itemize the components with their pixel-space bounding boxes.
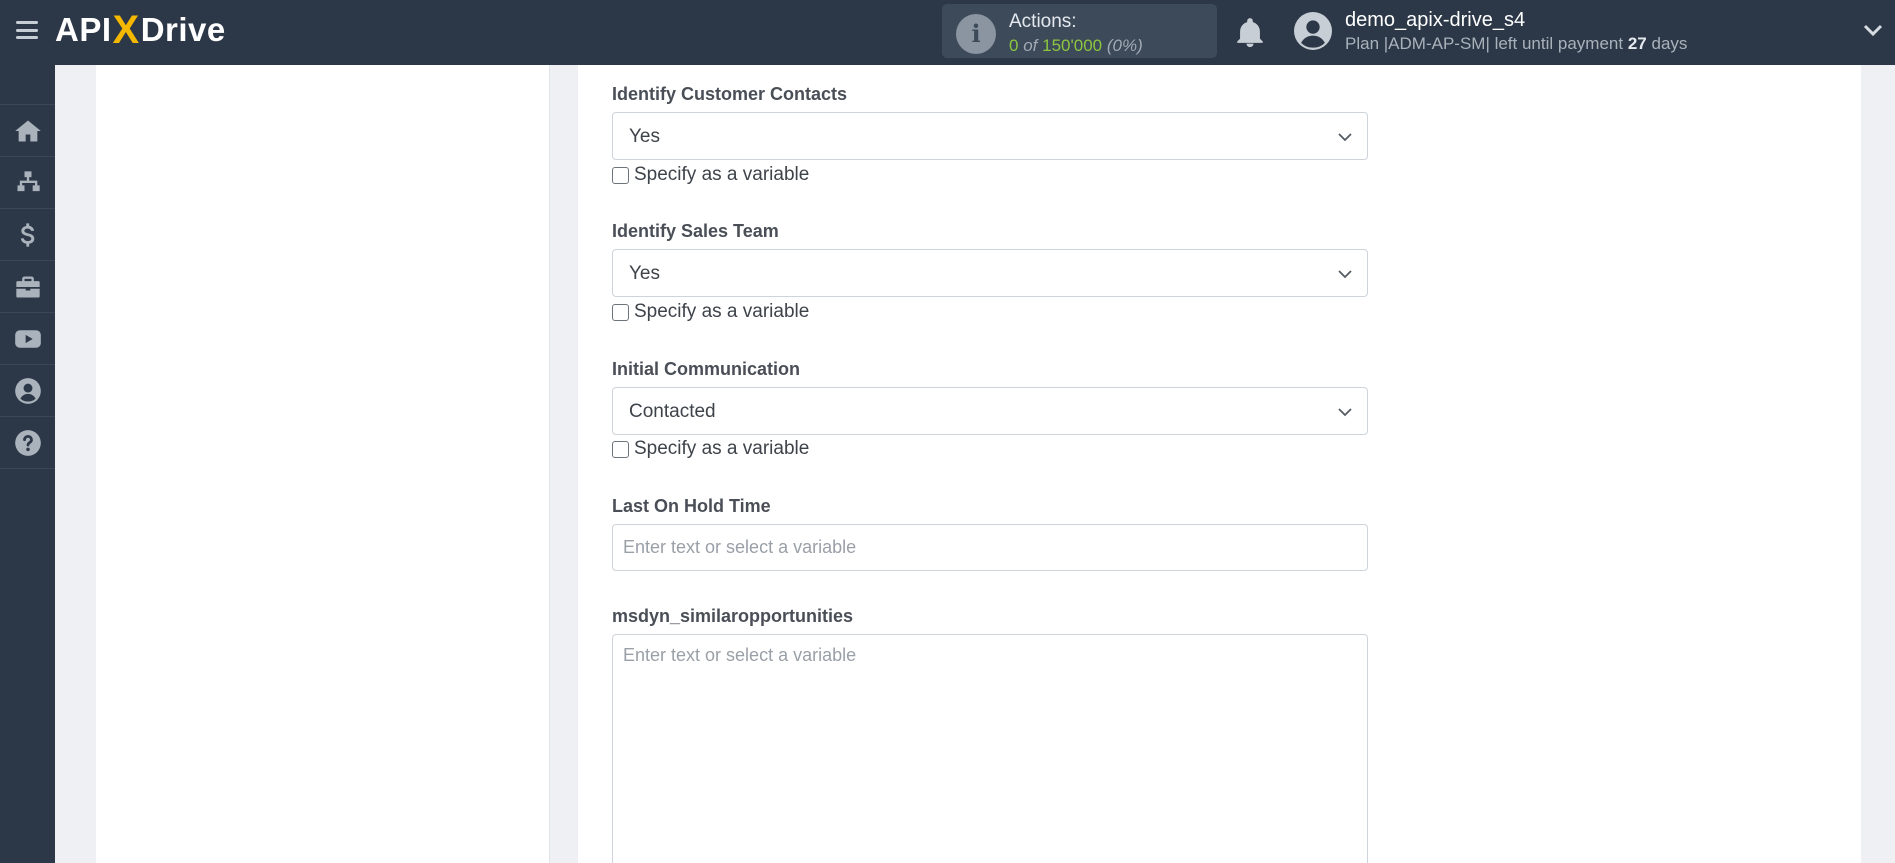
home-icon	[14, 120, 41, 141]
specify-variable-label: Specify as a variable	[634, 301, 810, 322]
specify-variable-checkbox[interactable]	[612, 303, 629, 321]
actions-counter: i Actions: 0 of 150'000 (0%)	[942, 4, 1217, 58]
select-value: Contacted	[629, 401, 716, 422]
field-label-last-on-hold-time: Last On Hold Time	[612, 496, 771, 516]
youtube-icon	[14, 329, 41, 348]
sidebar-item-billing[interactable]	[0, 209, 55, 261]
sidebar-item-help[interactable]	[0, 417, 55, 469]
sidebar-item-tasks[interactable]	[0, 261, 55, 313]
select-value: Yes	[629, 126, 660, 147]
specify-variable-label: Specify as a variable	[634, 164, 810, 185]
msdyn-similaropportunities-textarea[interactable]	[612, 634, 1368, 863]
actions-label: Actions:	[1009, 11, 1077, 32]
specify-variable-label: Specify as a variable	[634, 438, 810, 459]
briefcase-icon	[15, 276, 40, 297]
sidebar	[0, 65, 55, 863]
field-label-msdyn-similaropportunities: msdyn_similaropportunities	[612, 606, 854, 626]
specify-variable-row: Specify as a variable	[612, 438, 809, 460]
field-label-identify-sales-team: Identify Sales Team	[612, 221, 779, 241]
plan-days-suffix: days	[1651, 34, 1688, 53]
select-value: Yes	[629, 263, 660, 284]
specify-variable-row: Specify as a variable	[612, 164, 809, 186]
top-bar: API X Drive i Actions: 0 of 150'000 (0%) d…	[0, 0, 1895, 65]
logo-text-x: X	[112, 8, 140, 52]
logo-text-drive: Drive	[140, 11, 226, 48]
initial-communication-select[interactable]: Contacted	[612, 387, 1368, 435]
sidebar-item-connections[interactable]	[0, 157, 55, 209]
sidebar-item-videos[interactable]	[0, 313, 55, 365]
chevron-down-icon	[1338, 133, 1352, 142]
plan-days-count: 27	[1627, 34, 1647, 53]
actions-limit: 150'000	[1042, 36, 1103, 55]
help-icon	[14, 429, 41, 456]
specify-variable-checkbox[interactable]	[612, 440, 629, 458]
info-icon: i	[956, 14, 996, 54]
actions-used: 0	[1009, 36, 1019, 55]
last-on-hold-time-input[interactable]	[612, 524, 1368, 571]
sidebar-item-home[interactable]	[0, 104, 55, 157]
sidebar-item-account[interactable]	[0, 365, 55, 417]
specify-variable-checkbox[interactable]	[612, 166, 629, 184]
actions-count: 0 of 150'000 (0%)	[1009, 36, 1143, 56]
field-label-identify-customer-contacts: Identify Customer Contacts	[612, 84, 848, 104]
user-avatar-icon[interactable]	[1294, 12, 1332, 50]
user-name[interactable]: demo_apix-drive_s4	[1345, 9, 1525, 32]
dollar-icon	[20, 222, 34, 247]
logo-text-api: API	[55, 11, 112, 48]
actions-percent: (0%)	[1106, 36, 1143, 55]
left-panel	[96, 65, 550, 863]
chevron-down-icon[interactable]	[1862, 22, 1884, 38]
field-label-initial-communication: Initial Communication	[612, 359, 801, 379]
menu-icon[interactable]	[16, 21, 38, 39]
user-circle-icon	[14, 377, 41, 404]
user-plan: Plan |ADM-AP-SM| left until payment 27 d…	[1345, 34, 1687, 54]
sitemap-icon	[17, 170, 40, 191]
identify-customer-contacts-select[interactable]: Yes	[612, 112, 1368, 160]
plan-prefix: Plan |ADM-AP-SM| left until payment	[1345, 34, 1624, 53]
bell-icon[interactable]	[1233, 16, 1267, 50]
chevron-down-icon	[1338, 408, 1352, 417]
actions-of: of	[1023, 36, 1038, 55]
chevron-down-icon	[1338, 270, 1352, 279]
specify-variable-row: Specify as a variable	[612, 301, 809, 323]
apix-drive-logo[interactable]: API X Drive	[55, 10, 226, 50]
identify-sales-team-select[interactable]: Yes	[612, 249, 1368, 297]
